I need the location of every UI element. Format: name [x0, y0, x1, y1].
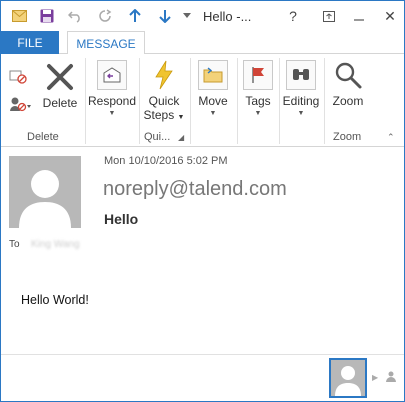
message-date: Mon 10/10/2016 5:02 PM — [104, 155, 228, 167]
dialog-launcher-icon[interactable]: ◢ — [178, 133, 184, 142]
undo-icon[interactable] — [67, 8, 83, 24]
group-divider — [85, 58, 86, 144]
tab-message[interactable]: MESSAGE — [67, 31, 145, 55]
respond-icon — [97, 60, 127, 90]
group-divider — [324, 58, 325, 144]
delete-label: Delete — [42, 96, 78, 110]
ribbon: Delete Delete Respond ▼ Quick Steps ▼ Qu… — [1, 54, 404, 147]
message-window: Hello -... ? ✕ FILE MESSAGE Delete Delet… — [0, 0, 405, 402]
delete-button[interactable]: Delete — [41, 62, 79, 110]
tab-file[interactable]: FILE — [1, 31, 59, 54]
down-arrow-icon[interactable] — [157, 8, 173, 24]
group-divider — [237, 58, 238, 144]
message-header: Mon 10/10/2016 5:02 PM noreply@talend.co… — [1, 148, 404, 258]
group-divider — [190, 58, 191, 144]
people-pane-divider — [1, 354, 404, 355]
respond-dropdown-icon: ▼ — [108, 110, 116, 117]
magnifier-icon — [335, 62, 362, 89]
flag-icon — [243, 60, 273, 90]
move-button[interactable]: Move ▼ — [194, 60, 232, 117]
editing-label: Editing — [282, 94, 320, 108]
to-label: To — [9, 239, 20, 250]
help-button[interactable]: ? — [282, 6, 304, 26]
expand-people-pane-icon[interactable]: ▶ — [372, 373, 378, 382]
zoom-button[interactable]: Zoom — [328, 60, 368, 108]
respond-label: Respond — [87, 94, 137, 108]
sender-address[interactable]: noreply@talend.com — [103, 178, 287, 201]
group-divider — [279, 58, 280, 144]
tags-dropdown-icon: ▼ — [254, 110, 262, 117]
recipient-names[interactable]: King Wang — [31, 239, 80, 250]
minimize-button[interactable] — [348, 6, 370, 26]
close-button[interactable]: ✕ — [379, 6, 401, 26]
tags-label: Tags — [245, 94, 271, 108]
ribbon-tabs: FILE MESSAGE — [1, 31, 404, 55]
customize-toolbar-icon[interactable] — [182, 8, 192, 24]
respond-button[interactable]: Respond ▼ — [88, 60, 136, 117]
people-pane-avatar[interactable] — [329, 358, 367, 398]
quick-steps-group-label: Qui... — [144, 131, 171, 143]
title-bar: Hello -... ? ✕ — [1, 1, 404, 31]
move-folder-icon — [198, 60, 228, 90]
up-arrow-icon[interactable] — [127, 8, 143, 24]
quick-steps-label-1: Quick — [148, 94, 180, 108]
quick-steps-label-2: Steps ▼ — [143, 108, 185, 122]
editing-dropdown-icon: ▼ — [297, 110, 305, 117]
collapse-ribbon-icon[interactable]: ⌃ — [387, 132, 395, 143]
person-silhouette-icon — [19, 170, 71, 228]
people-icon[interactable] — [385, 370, 397, 385]
junk-icon[interactable] — [9, 96, 31, 115]
person-silhouette-icon — [335, 366, 361, 396]
ignore-icon[interactable] — [9, 68, 27, 87]
sender-avatar[interactable] — [9, 156, 81, 228]
tags-button[interactable]: Tags ▼ — [240, 60, 276, 117]
editing-button[interactable]: Editing ▼ — [281, 60, 321, 117]
lightning-icon — [155, 60, 173, 90]
zoom-label: Zoom — [332, 94, 364, 108]
group-divider — [139, 58, 140, 144]
message-body: Hello World! — [21, 293, 89, 307]
delete-group-label: Delete — [27, 131, 59, 143]
message-subject: Hello — [104, 211, 139, 227]
mail-icon[interactable] — [11, 8, 27, 24]
delete-x-icon — [47, 64, 73, 90]
window-title: Hello -... — [203, 9, 252, 24]
save-icon[interactable] — [39, 8, 55, 24]
quick-steps-button[interactable]: Quick Steps ▼ — [143, 60, 185, 125]
redo-icon[interactable] — [97, 8, 113, 24]
move-label: Move — [198, 94, 228, 108]
zoom-group-label: Zoom — [333, 131, 362, 143]
ribbon-display-options-button[interactable] — [318, 6, 340, 26]
binoculars-icon — [286, 60, 316, 90]
move-dropdown-icon: ▼ — [209, 110, 217, 117]
